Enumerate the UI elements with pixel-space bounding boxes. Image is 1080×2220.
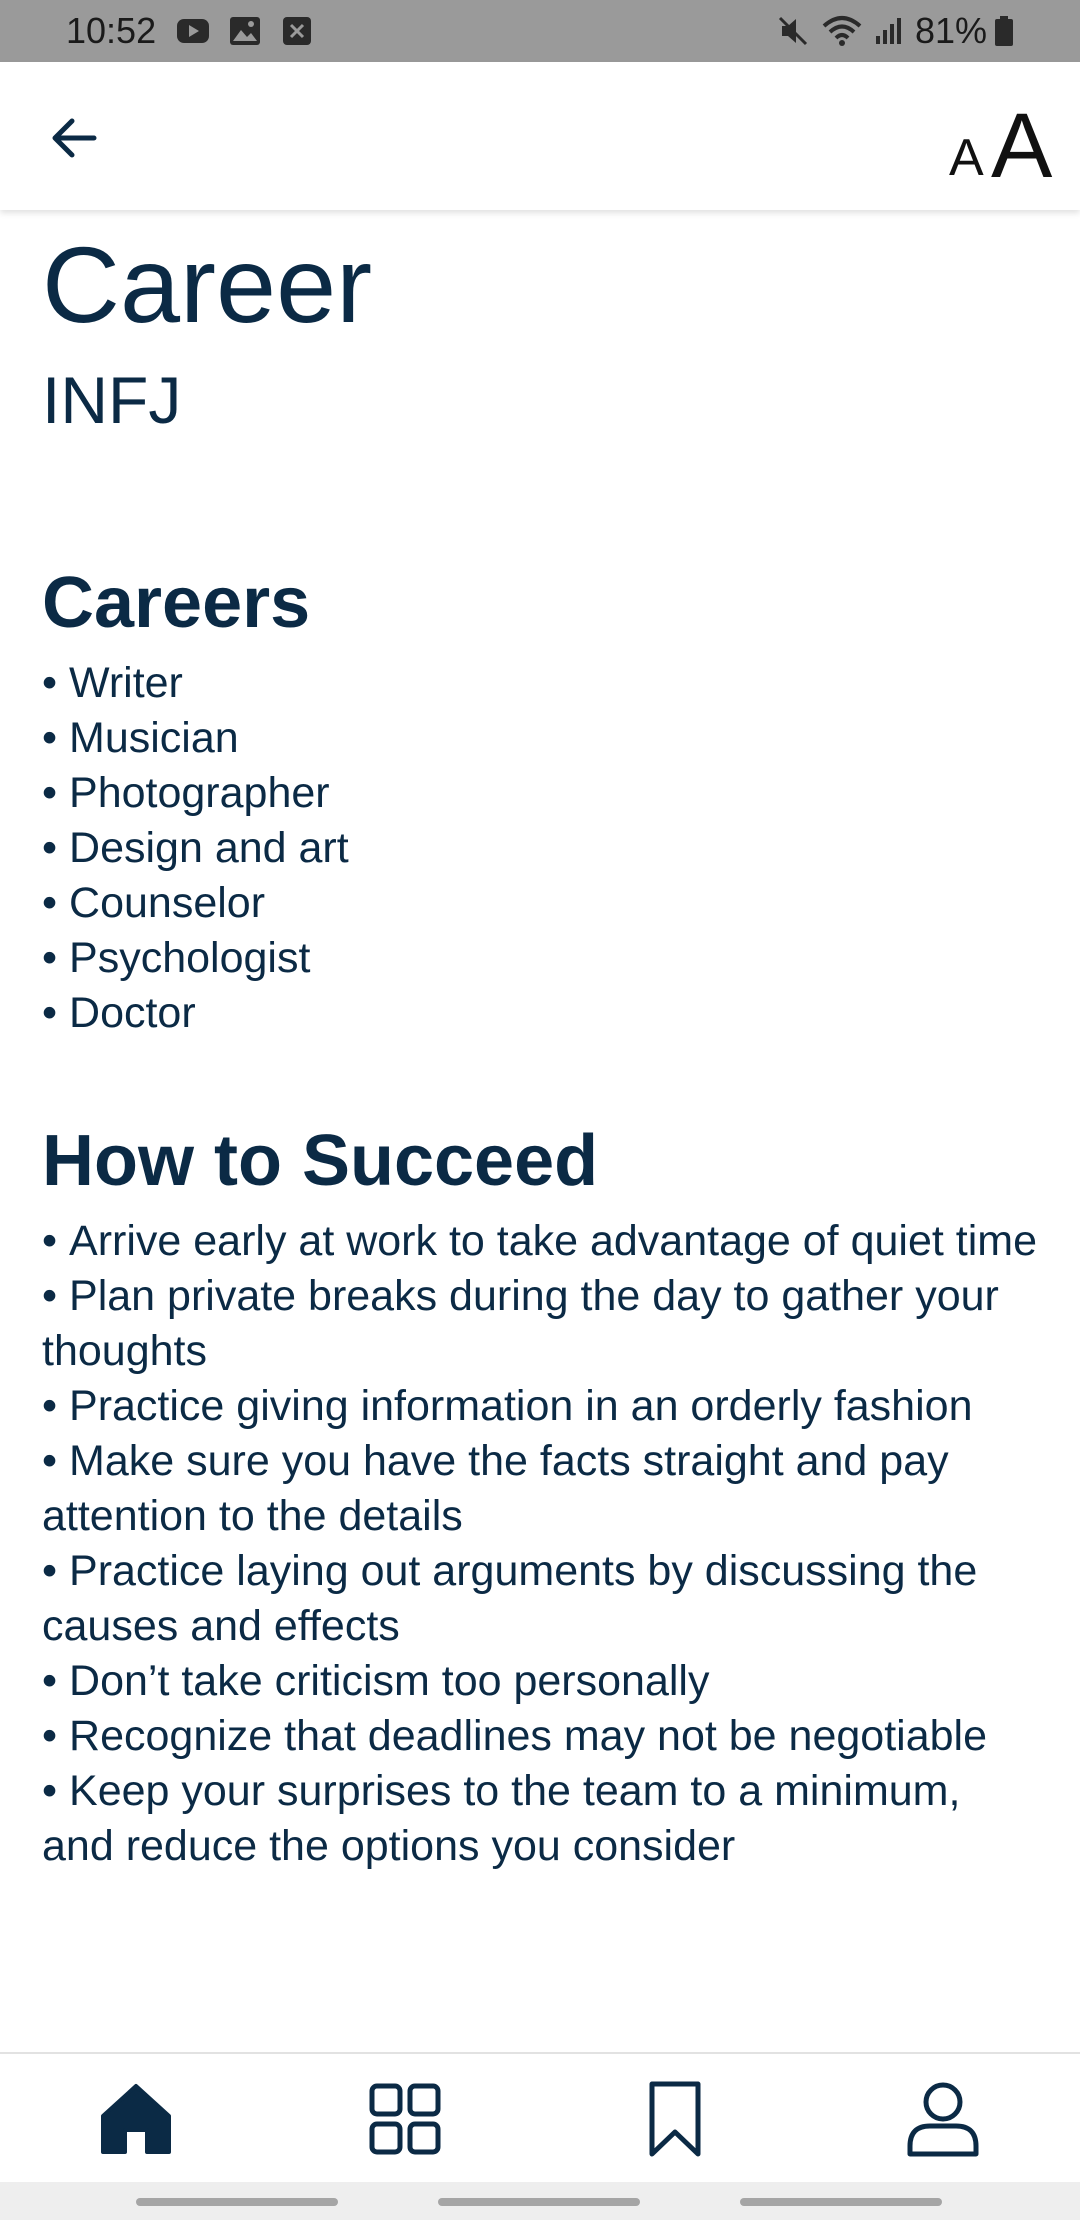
- list-item: Arrive early at work to take advantage o…: [42, 1214, 1042, 1269]
- content-scroll[interactable]: Career INFJ Careers Writer Musician Phot…: [0, 210, 1080, 2052]
- app-bar: A A: [0, 62, 1080, 210]
- font-size-large-label: A: [991, 95, 1053, 197]
- arrow-left-icon: [52, 118, 97, 158]
- nav-profile-button[interactable]: [900, 2076, 986, 2162]
- list-item: Keep your surprises to the team to a min…: [42, 1764, 1042, 1874]
- status-time: 10:52: [66, 10, 157, 51]
- list-item: Practice giving information in an orderl…: [42, 1379, 1042, 1434]
- nav-categories-button[interactable]: [362, 2076, 448, 2162]
- list-item: Counselor: [42, 876, 1042, 931]
- bottom-navigation: [0, 2052, 1080, 2184]
- page-title: Career: [42, 224, 373, 345]
- how-to-succeed-heading: How to Succeed: [42, 1121, 599, 1201]
- battery-percentage: 81%: [915, 10, 988, 51]
- wifi-icon: [822, 16, 862, 46]
- list-item: Photographer: [42, 766, 1042, 821]
- bookmark-icon: [649, 2081, 701, 2157]
- grid-icon: [369, 2083, 441, 2155]
- personality-type: INFJ: [42, 363, 182, 437]
- profile-icon: [907, 2082, 979, 2157]
- mute-icon: [778, 16, 808, 46]
- system-gesture-bar: [0, 2182, 1080, 2220]
- back-button[interactable]: [44, 108, 104, 168]
- list-item: Recognize that deadlines may not be nego…: [42, 1709, 1042, 1764]
- list-item: Plan private breaks during the day to ga…: [42, 1269, 1042, 1379]
- font-size-small-label: A: [949, 129, 984, 187]
- youtube-icon: [177, 19, 209, 43]
- notification-icon: [283, 17, 311, 45]
- list-item: Musician: [42, 711, 1042, 766]
- signal-icon: [876, 18, 901, 44]
- gesture-handle-back[interactable]: [740, 2198, 942, 2206]
- nav-home-button[interactable]: [93, 2076, 179, 2162]
- gesture-handle-home[interactable]: [438, 2198, 640, 2206]
- list-item: Don’t take criticism too personally: [42, 1654, 1042, 1709]
- list-item: Writer: [42, 656, 1042, 711]
- gallery-icon: [230, 17, 260, 45]
- status-bar: 10:52 81%: [0, 0, 1080, 62]
- nav-bookmarks-button[interactable]: [632, 2076, 718, 2162]
- succeed-list: Arrive early at work to take advantage o…: [42, 1214, 1042, 1874]
- font-size-button[interactable]: A A: [945, 92, 1057, 197]
- gesture-handle-recents[interactable]: [136, 2198, 338, 2206]
- list-item: Doctor: [42, 986, 1042, 1041]
- list-item: Make sure you have the facts straight an…: [42, 1434, 1042, 1544]
- list-item: Design and art: [42, 821, 1042, 876]
- home-icon: [101, 2084, 171, 2154]
- careers-list: Writer Musician Photographer Design and …: [42, 656, 1042, 1041]
- list-item: Practice laying out arguments by discuss…: [42, 1544, 1042, 1654]
- careers-heading: Careers: [42, 563, 311, 643]
- list-item: Psychologist: [42, 931, 1042, 986]
- battery-icon: [995, 16, 1013, 46]
